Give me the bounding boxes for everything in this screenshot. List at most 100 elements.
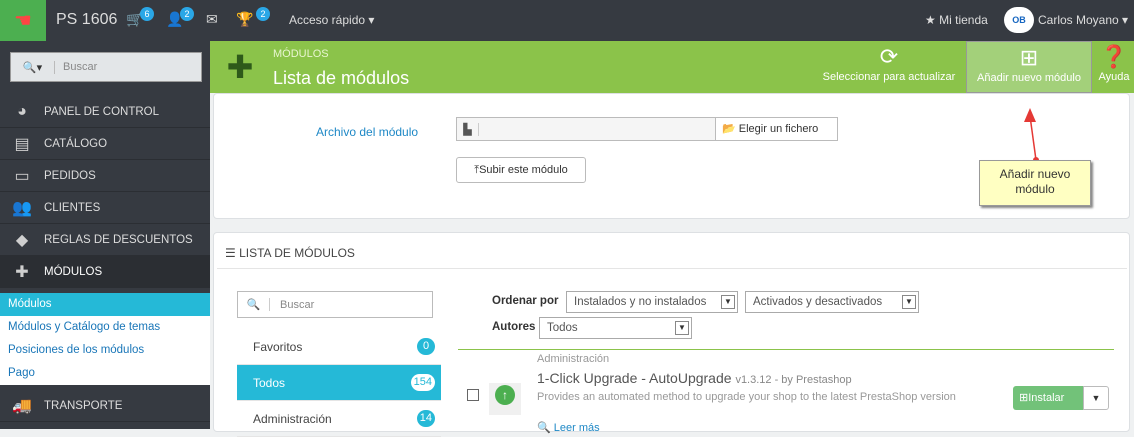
avatar[interactable]: OB (1004, 7, 1034, 33)
page-header: ✚ MÓDULOS Lista de módulos ⟳ Seleccionar… (210, 41, 1134, 93)
chevron-down-icon: ▼ (902, 295, 916, 309)
sidebar-item-label: TRANSPORTE (44, 399, 123, 412)
sort-select[interactable]: Instalados y no instalados ▼ (566, 291, 738, 313)
sidebar-item-label: PANEL DE CONTROL (44, 105, 160, 118)
cart-badge: 6 (140, 7, 154, 21)
sort-select-value: Instalados y no instalados (574, 296, 707, 308)
page-title: Lista de módulos (273, 68, 410, 88)
star-icon: ★ (925, 13, 936, 27)
dashboard-icon: ◕ (17, 102, 27, 120)
submenu-item-modules[interactable]: Módulos (0, 293, 210, 316)
sidebar-item-label: PEDIDOS (44, 169, 96, 182)
refresh-button[interactable]: ⟳ Seleccionar para actualizar (814, 41, 964, 93)
chevron-down-icon: ▼ (675, 321, 689, 335)
module-description: Provides an automated method to upgrade … (537, 391, 956, 403)
add-module-button[interactable]: ⊞ Añadir nuevo módulo (966, 41, 1092, 93)
sidebar-item-label: MÓDULOS (44, 265, 103, 278)
plus-icon: ⊞ (1019, 45, 1039, 70)
read-more-link[interactable]: 🔍 Leer más (537, 421, 600, 434)
sidebar-item-modules[interactable]: ✚ MÓDULOS (0, 256, 210, 288)
prestashop-logo-icon[interactable]: ☚ (0, 0, 46, 41)
status-filter-value: Activados y desactivados (753, 296, 883, 308)
puzzle-icon: ✚ (226, 49, 254, 85)
sidebar-item-catalog[interactable]: ▤ CATÁLOGO (0, 128, 210, 160)
category-count: 0 (417, 338, 435, 355)
plus-icon: ⊞ (1019, 392, 1029, 404)
upgrade-icon: ↑ (495, 385, 515, 405)
help-icon: ❓ (1100, 44, 1128, 69)
trophy-icon[interactable]: 🏆 (236, 11, 253, 28)
sidebar-item-orders[interactable]: ▭ PEDIDOS (0, 160, 210, 192)
status-filter-select[interactable]: Activados y desactivados ▼ (745, 291, 919, 313)
category-search-placeholder: Buscar (280, 298, 315, 311)
sidebar-item-label: REGLAS DE DESCUENTOS (44, 233, 193, 246)
callout-line: Añadir nuevo (999, 167, 1071, 181)
my-store-link[interactable]: ★ Mi tienda (925, 13, 988, 27)
module-file-input[interactable]: ▙ 📂 Elegir un fichero (456, 117, 838, 141)
sidebar-item-label: CLIENTES (44, 201, 101, 214)
submenu-item-payment[interactable]: Pago (0, 362, 210, 385)
user-menu[interactable]: Carlos Moyano ▾ (1038, 13, 1128, 27)
category-count: 154 (410, 374, 435, 391)
install-label: Instalar (1028, 392, 1065, 404)
divider (217, 268, 1127, 269)
tag-icon: ◆ (15, 231, 29, 249)
module-list-title-text: LISTA DE MÓDULOS (239, 246, 355, 260)
callout-note: Añadir nuevo módulo (979, 160, 1091, 206)
module-logo: ↑ (489, 383, 521, 415)
category-search[interactable]: 🔍 Buscar (237, 291, 433, 318)
module-version: v1.3.12 - by Prestashop (735, 374, 852, 386)
refresh-icon: ⟳ (879, 44, 899, 69)
module-file-label: Archivo del módulo (316, 125, 419, 139)
help-label: Ayuda (1098, 71, 1130, 83)
search-icon: 🔍 (238, 298, 270, 311)
choose-file-button[interactable]: 📂 Elegir un fichero (715, 118, 837, 140)
authors-select[interactable]: Todos ▼ (539, 317, 692, 339)
help-button[interactable]: ❓ Ayuda (1094, 41, 1134, 93)
add-module-label: Añadir nuevo módulo (977, 72, 1081, 84)
modules-submenu: Módulos Módulos y Catálogo de temas Posi… (0, 293, 210, 385)
folder-icon: 📂 (722, 123, 736, 135)
sidebar-search[interactable]: 🔍▾ Buscar (10, 52, 202, 82)
sidebar-item-dashboard[interactable]: ◕ PANEL DE CONTROL (0, 96, 210, 128)
envelope-icon[interactable]: ✉ (206, 11, 218, 28)
customers-badge: 2 (180, 7, 194, 21)
sidebar-item-label: CATÁLOGO (44, 137, 108, 150)
choose-file-label: Elegir un fichero (738, 123, 819, 135)
truck-icon: 🚚 (12, 397, 32, 415)
upload-module-button[interactable]: ⤒Subir este módulo (456, 157, 586, 183)
list-icon: ☰ (225, 246, 236, 260)
submenu-item-themes-catalog[interactable]: Módulos y Catálogo de temas (0, 316, 210, 339)
category-label: Favoritos (253, 339, 303, 354)
callout-line: módulo (1015, 182, 1055, 196)
category-favorites[interactable]: Favoritos 0 (237, 329, 441, 365)
search-icon[interactable]: 🔍▾ (11, 60, 55, 74)
sidebar-item-shipping[interactable]: 🚚 TRANSPORTE (0, 390, 210, 422)
category-count: 14 (416, 410, 435, 427)
install-dropdown-button[interactable]: ▼ (1083, 386, 1109, 410)
sidebar-item-customers[interactable]: 👥 CLIENTES (0, 192, 210, 224)
module-checkbox[interactable] (467, 389, 479, 401)
my-store-label: Mi tienda (939, 13, 988, 27)
sidebar-search-placeholder: Buscar (63, 61, 98, 73)
category-label: Administración (253, 411, 332, 426)
file-icon: ▙ (457, 122, 479, 136)
book-icon: ▤ (14, 135, 30, 153)
category-all[interactable]: Todos 154 (237, 365, 441, 401)
authors-label: Autores (492, 321, 536, 333)
authors-select-value: Todos (547, 322, 578, 334)
category-administration[interactable]: Administración 14 (237, 401, 441, 437)
callout-arrow (1024, 108, 1039, 163)
shop-name[interactable]: PS 1606 (56, 11, 117, 29)
quick-access-label: Acceso rápido (289, 13, 366, 27)
submenu-item-positions[interactable]: Posiciones de los módulos (0, 339, 210, 362)
trophy-badge: 2 (256, 7, 270, 21)
sidebar-item-cart-rules[interactable]: ◆ REGLAS DE DESCUENTOS (0, 224, 210, 256)
caret-down-icon: ▼ (1091, 393, 1101, 403)
quick-access-menu[interactable]: Acceso rápido ▾ (289, 13, 374, 27)
breadcrumb[interactable]: MÓDULOS (273, 48, 329, 60)
install-button[interactable]: ⊞Instalar (1013, 386, 1083, 410)
upload-module-label: Subir este módulo (479, 164, 568, 176)
category-label: Todos (253, 375, 286, 390)
read-more-label: Leer más (553, 422, 600, 434)
